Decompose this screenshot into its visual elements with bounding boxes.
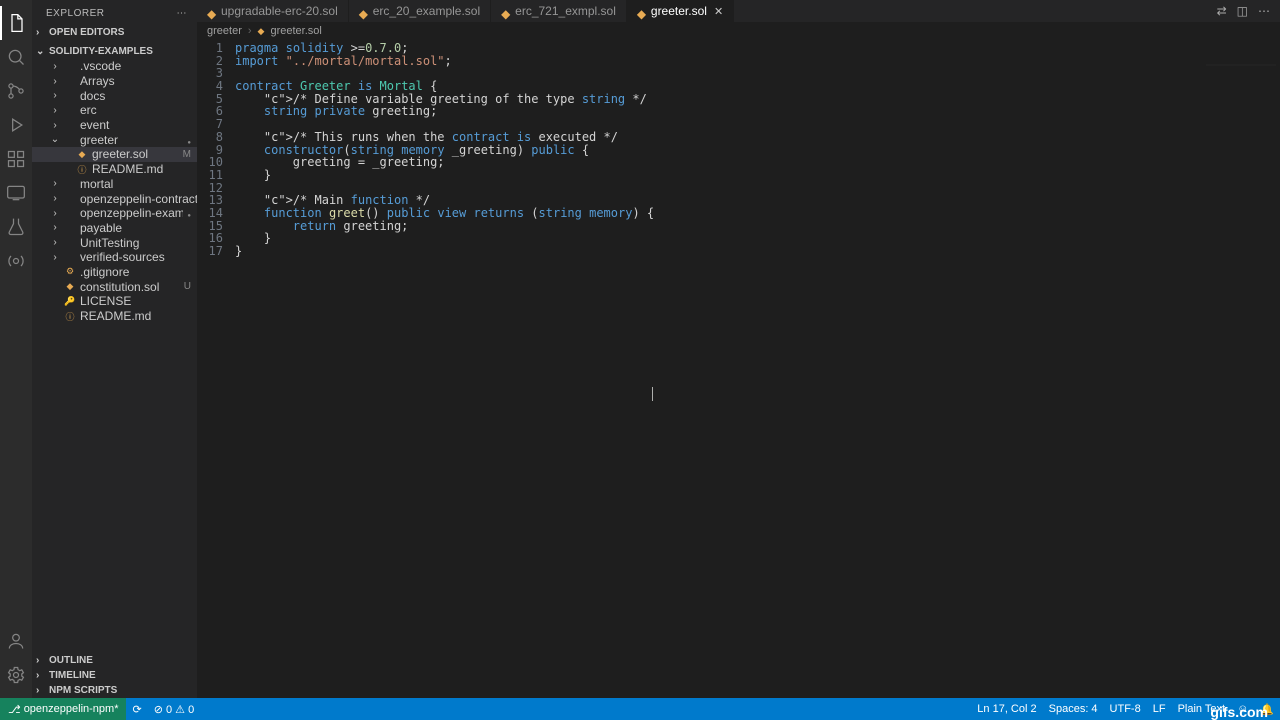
tab-greeter.sol[interactable]: ◆greeter.sol✕	[627, 0, 734, 22]
file-README.md[interactable]: ⓘREADME.md	[32, 309, 197, 324]
folder-mortal[interactable]: ›mortal	[32, 177, 197, 192]
eol-status[interactable]: LF	[1147, 698, 1172, 720]
breadcrumb[interactable]: greeter› ◆greeter.sol	[197, 22, 1280, 40]
activity-bar	[0, 0, 32, 698]
folder-openzeppelin-contracts[interactable]: ›openzeppelin-contracts	[32, 191, 197, 206]
status-bar: ⎇openzeppelin-npm* ⟳ ⊘ 0 ⚠ 0 Ln 17, Col …	[0, 698, 1280, 720]
indent-status[interactable]: Spaces: 4	[1043, 698, 1104, 720]
editor-group: ◆upgradable-erc-20.sol◆erc_20_example.so…	[197, 0, 1280, 698]
branch-icon: ⎇	[8, 703, 21, 716]
watermark: gifs.com	[1210, 704, 1268, 720]
search-icon[interactable]	[0, 40, 32, 74]
open-editors-header[interactable]: ›OPEN EDITORS	[32, 25, 197, 40]
text-cursor	[652, 387, 653, 401]
account-icon[interactable]	[0, 624, 32, 658]
folder-greeter[interactable]: ⌄greeter	[32, 132, 197, 147]
folder-event[interactable]: ›event	[32, 118, 197, 133]
code-editor[interactable]: 1234567891011121314151617 pragma solidit…	[197, 40, 1280, 698]
problems-status[interactable]: ⊘ 0 ⚠ 0	[148, 698, 200, 720]
folder-openzeppelin-example[interactable]: ›openzeppelin-example	[32, 206, 197, 221]
split-editor-icon[interactable]: ◫	[1237, 4, 1248, 18]
tabs-bar: ◆upgradable-erc-20.sol◆erc_20_example.so…	[197, 0, 1280, 22]
file-greeter.sol[interactable]: ◆greeter.solM	[32, 147, 197, 162]
close-icon[interactable]: ✕	[714, 5, 723, 18]
folder-erc[interactable]: ›erc	[32, 103, 197, 118]
source-control-icon[interactable]	[0, 74, 32, 108]
project-header[interactable]: ⌄SOLIDITY-EXAMPLES	[32, 44, 197, 59]
folder-docs[interactable]: ›docs	[32, 88, 197, 103]
remote-icon[interactable]	[0, 176, 32, 210]
minimap[interactable]	[1206, 64, 1276, 124]
file-README.md[interactable]: ⓘREADME.md	[32, 162, 197, 177]
test-icon[interactable]	[0, 210, 32, 244]
npm-header[interactable]: ›NPM SCRIPTS	[32, 683, 197, 698]
cursor-position[interactable]: Ln 17, Col 2	[971, 698, 1042, 720]
folder-verified-sources[interactable]: ›verified-sources	[32, 250, 197, 265]
settings-icon[interactable]	[0, 658, 32, 692]
git-branch[interactable]: ⎇openzeppelin-npm*	[0, 698, 126, 720]
live-icon[interactable]	[0, 244, 32, 278]
sync-status[interactable]: ⟳	[126, 698, 147, 720]
file-.gitignore[interactable]: ⚙.gitignore	[32, 265, 197, 280]
more-actions-icon[interactable]: ⋯	[1258, 4, 1270, 18]
outline-header[interactable]: ›OUTLINE	[32, 653, 197, 668]
folder-UnitTesting[interactable]: ›UnitTesting	[32, 235, 197, 250]
folder-.vscode[interactable]: ›.vscode	[32, 59, 197, 74]
tab-erc_721_exmpl.sol[interactable]: ◆erc_721_exmpl.sol	[491, 0, 627, 22]
debug-icon[interactable]	[0, 108, 32, 142]
explorer-title: EXPLORER ⋯	[32, 0, 197, 23]
encoding-status[interactable]: UTF-8	[1104, 698, 1147, 720]
file-LICENSE[interactable]: 🔑LICENSE	[32, 294, 197, 309]
explorer-sidebar: EXPLORER ⋯ ›OPEN EDITORS ⌄SOLIDITY-EXAMP…	[32, 0, 197, 698]
explorer-icon[interactable]	[0, 6, 32, 40]
timeline-header[interactable]: ›TIMELINE	[32, 668, 197, 683]
tab-erc_20_example.sol[interactable]: ◆erc_20_example.sol	[349, 0, 491, 22]
file-constitution.sol[interactable]: ◆constitution.solU	[32, 279, 197, 294]
extensions-icon[interactable]	[0, 142, 32, 176]
tab-upgradable-erc-20.sol[interactable]: ◆upgradable-erc-20.sol	[197, 0, 349, 22]
more-icon[interactable]: ⋯	[177, 8, 188, 19]
folder-Arrays[interactable]: ›Arrays	[32, 74, 197, 89]
compare-icon[interactable]: ⇄	[1217, 4, 1227, 18]
folder-payable[interactable]: ›payable	[32, 221, 197, 236]
